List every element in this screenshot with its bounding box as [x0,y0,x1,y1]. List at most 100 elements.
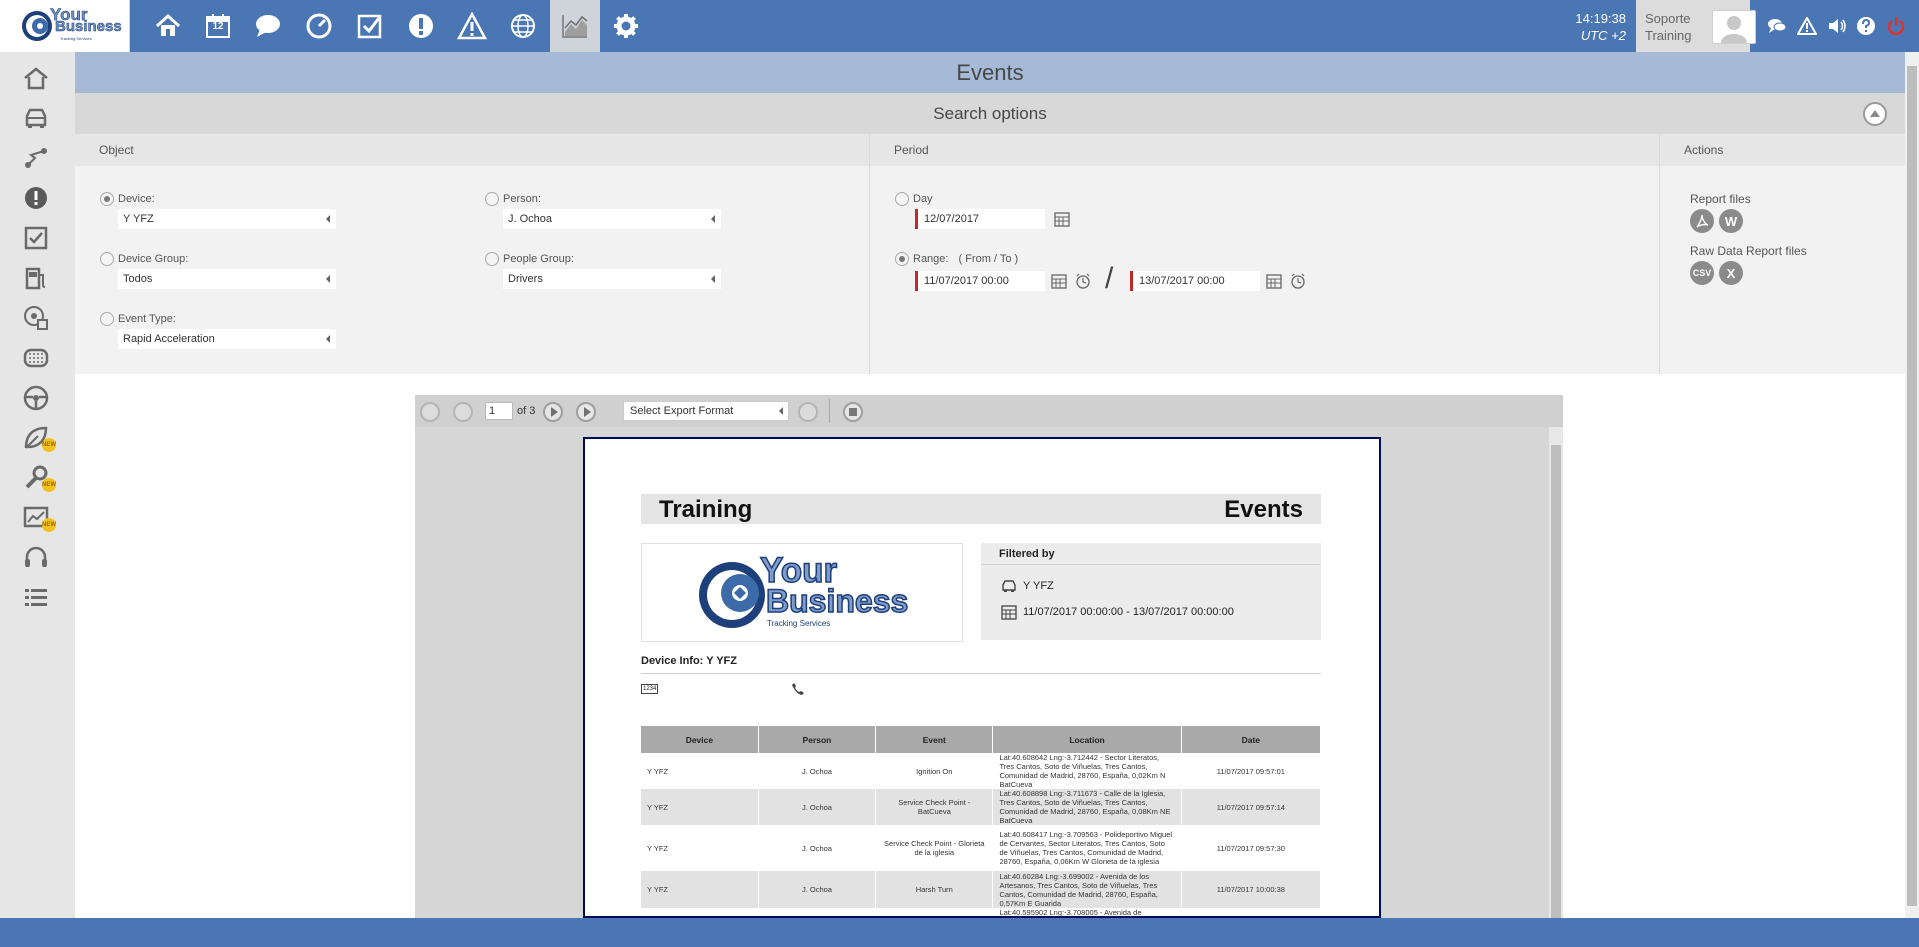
dashboard-icon[interactable] [294,0,344,52]
first-page-icon[interactable] [420,402,440,422]
range-radio[interactable]: Range: ( From / To ) [895,252,1018,266]
filtered-by-label: Filtered by [981,543,1321,565]
radio-button[interactable] [100,252,114,266]
brand-line2: Business [55,18,122,35]
csv-export-button[interactable]: CSV [1690,261,1714,285]
leaf-icon[interactable]: NEW [20,422,56,454]
home-icon[interactable] [20,62,52,94]
report-title-right: Events [1224,496,1303,523]
toolbar-divider [829,399,830,423]
messages-icon[interactable] [1765,14,1789,38]
scrollbar-thumb[interactable] [1907,66,1917,906]
alarm-clock-icon[interactable] [1288,271,1308,291]
brand-logo[interactable]: Your Business Tracking Services [0,0,130,52]
page-scrollbar[interactable] [1905,52,1919,918]
cell-device: Y YFZ [641,789,759,825]
power-icon[interactable] [1884,14,1908,38]
people-group-radio[interactable]: People Group: [485,252,574,266]
device-select[interactable]: Y YFZ [118,209,336,229]
steering-wheel-icon[interactable] [20,382,52,414]
user-name[interactable]: Soporte Training [1645,10,1691,44]
device-label: Device: [118,193,155,205]
checklist-icon[interactable] [345,0,395,52]
reports-chart-icon[interactable] [550,0,600,52]
next-page-icon[interactable] [543,402,563,422]
report-logo-sub: Tracking Services [767,619,831,628]
device-group-radio[interactable]: Device Group: [100,252,188,266]
support-headset-icon[interactable] [20,542,52,574]
vehicle-icon[interactable] [20,102,52,134]
radio-button[interactable] [895,192,909,206]
list-icon[interactable] [20,582,52,614]
radio-button[interactable] [100,192,114,206]
radio-button[interactable] [485,252,499,266]
radio-button[interactable] [100,312,114,326]
avatar[interactable] [1712,10,1756,44]
device-group-select[interactable]: Todos [118,269,336,289]
event-type-select[interactable]: Rapid Acceleration [118,329,336,349]
event-type-radio[interactable]: Event Type: [100,312,176,326]
calendar-icon[interactable] [1049,271,1069,291]
warning-icon[interactable] [1795,14,1819,38]
collapse-icon[interactable] [1863,102,1887,126]
maintenance-icon[interactable]: NEW [20,462,56,494]
cell-device [641,908,759,916]
home-icon[interactable] [143,0,193,52]
excel-export-button[interactable]: X [1719,261,1743,285]
radio-button[interactable] [485,192,499,206]
route-icon[interactable] [20,142,52,174]
globe-icon[interactable] [498,0,548,52]
page-total: of 3 [517,405,536,417]
alert-icon[interactable] [20,182,52,214]
clock-timezone: UTC +2 [1580,28,1626,43]
day-radio[interactable]: Day [895,192,933,206]
tire-icon[interactable] [20,342,52,374]
panel-divider [1659,134,1660,374]
person-radio[interactable]: Person: [485,192,541,206]
report-files-label: Report files [1690,192,1751,206]
geofence-icon[interactable] [20,302,52,334]
alarm-clock-icon[interactable] [1073,271,1093,291]
day-date-input[interactable]: 12/07/2017 [915,209,1045,229]
radio-button[interactable] [895,252,909,266]
page-number-input[interactable]: 1 [485,402,513,420]
cell-person: J. Ochoa [758,789,877,825]
last-page-icon[interactable] [576,402,596,422]
analytics-icon[interactable]: NEW [20,502,56,534]
filter-device-value: Y YFZ [1023,580,1054,592]
settings-icon[interactable] [601,0,651,52]
report-page: Training Events Your Business Tracking S… [583,437,1381,918]
help-icon[interactable] [1854,14,1878,38]
table-row: Y YFZ J. Ochoa Service Check Point - Bat… [641,789,1322,825]
calendar-icon[interactable] [1264,271,1284,291]
calendar-icon[interactable]: 12 [193,0,243,52]
pdf-icon[interactable] [1690,209,1714,233]
dropdown-arrow-icon [326,275,330,283]
cell-person [758,908,877,916]
range-from-input[interactable]: 11/07/2017 00:00 [915,271,1045,291]
checklist-icon[interactable] [20,222,52,254]
print-icon[interactable] [843,402,863,422]
day-label: Day [913,193,933,205]
range-to-input[interactable]: 13/07/2017 00:00 [1130,271,1260,291]
previous-page-icon[interactable] [453,402,473,422]
people-group-select[interactable]: Drivers [503,269,721,289]
fuel-icon[interactable] [20,262,52,294]
scrollbar-thumb[interactable] [1551,445,1561,918]
alert-icon[interactable] [396,0,446,52]
export-icon[interactable] [798,402,818,422]
range-separator: / [1105,262,1114,295]
column-header-location: Location [992,726,1182,753]
viewer-scrollbar[interactable] [1549,427,1563,918]
calendar-icon[interactable] [1052,209,1072,229]
word-export-button[interactable]: W [1719,209,1743,233]
person-select[interactable]: J. Ochoa [503,209,721,229]
chat-icon[interactable] [243,0,293,52]
device-radio[interactable]: Device: [100,192,155,206]
panel-divider [869,134,870,374]
volume-icon[interactable] [1825,14,1849,38]
warning-icon[interactable] [447,0,497,52]
export-format-select[interactable]: Select Export Format [623,401,789,421]
search-options-header[interactable]: Search options [75,93,1905,134]
report-logo-line2: Business [765,583,909,619]
